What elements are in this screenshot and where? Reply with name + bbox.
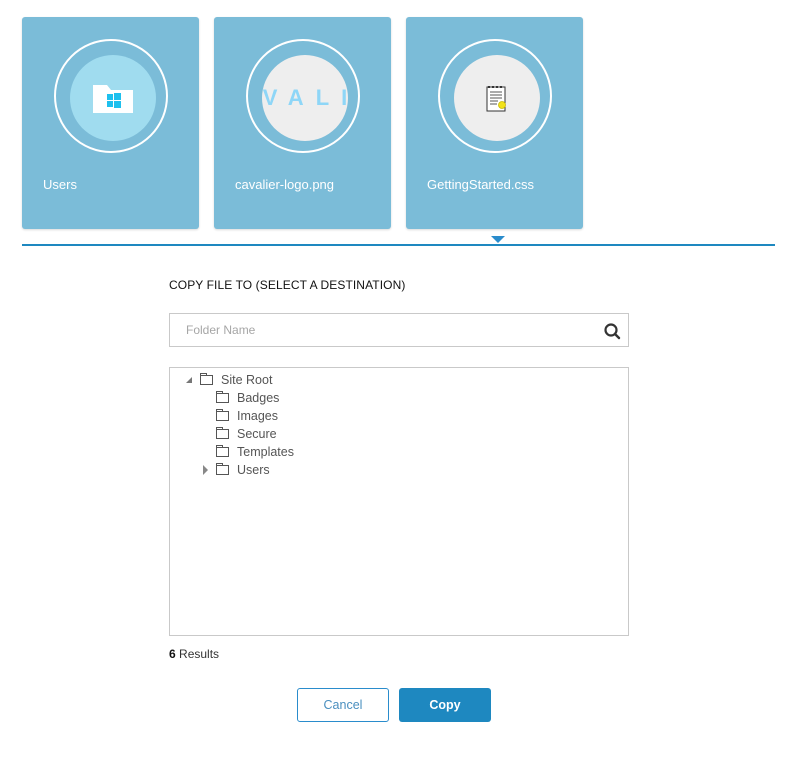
card-ring — [438, 39, 552, 153]
tree-node-label: Images — [237, 409, 278, 423]
card-thumbnail — [70, 55, 156, 141]
tree-node-secure[interactable]: Secure — [216, 425, 277, 443]
tree-node-label: Badges — [237, 391, 280, 405]
tree-node-images[interactable]: Images — [216, 407, 278, 425]
folder-icon — [216, 427, 229, 439]
card-thumbnail — [454, 55, 540, 141]
folder-search — [169, 313, 629, 347]
tree-node-badges[interactable]: Badges — [216, 389, 279, 407]
tree-node-templates[interactable]: Templates — [216, 443, 294, 461]
tree-node-label: Site Root — [221, 373, 273, 387]
folder-icon — [216, 409, 229, 421]
card-label: Users — [43, 177, 77, 192]
folder-icon — [216, 391, 229, 403]
tree-node-users[interactable]: Users — [200, 461, 270, 479]
certificate-document-icon — [486, 86, 506, 112]
selected-card-pointer — [491, 236, 505, 243]
expand-toggle-icon[interactable] — [200, 464, 212, 476]
folder-search-input[interactable] — [170, 314, 596, 346]
tree-node-site-root[interactable]: Site Root — [184, 371, 272, 389]
results-count: 6 Results — [169, 647, 219, 661]
collapse-toggle-icon[interactable] — [184, 374, 196, 386]
file-card-cavalier-logo[interactable]: VALI cavalier-logo.png — [214, 17, 391, 229]
folder-icon — [216, 463, 229, 475]
tree-node-label: Users — [237, 463, 270, 477]
card-ring — [54, 39, 168, 153]
results-label: Results — [175, 647, 220, 661]
card-label: cavalier-logo.png — [235, 177, 335, 192]
card-thumbnail: VALI — [262, 55, 348, 141]
copy-button[interactable]: Copy — [399, 688, 491, 722]
divider — [22, 244, 775, 246]
windows-folder-icon — [93, 85, 133, 113]
file-card-gettingstarted-css[interactable]: GettingStarted.css — [406, 17, 583, 229]
folder-tree: Site Root Badges Images Secure Templates… — [169, 367, 629, 636]
folder-icon — [200, 373, 213, 385]
tree-node-label: Templates — [237, 445, 294, 459]
tree-node-label: Secure — [237, 427, 277, 441]
logo-thumbnail-text: VALI — [262, 85, 347, 110]
file-card-users[interactable]: Users — [22, 17, 199, 229]
folder-icon — [216, 445, 229, 457]
card-ring: VALI — [246, 39, 360, 153]
card-label: GettingStarted.css — [427, 177, 534, 192]
dialog-heading: COPY FILE TO (SELECT A DESTINATION) — [169, 278, 406, 292]
results-number: 6 — [169, 647, 176, 661]
search-icon[interactable] — [603, 322, 621, 340]
cancel-button[interactable]: Cancel — [297, 688, 389, 722]
